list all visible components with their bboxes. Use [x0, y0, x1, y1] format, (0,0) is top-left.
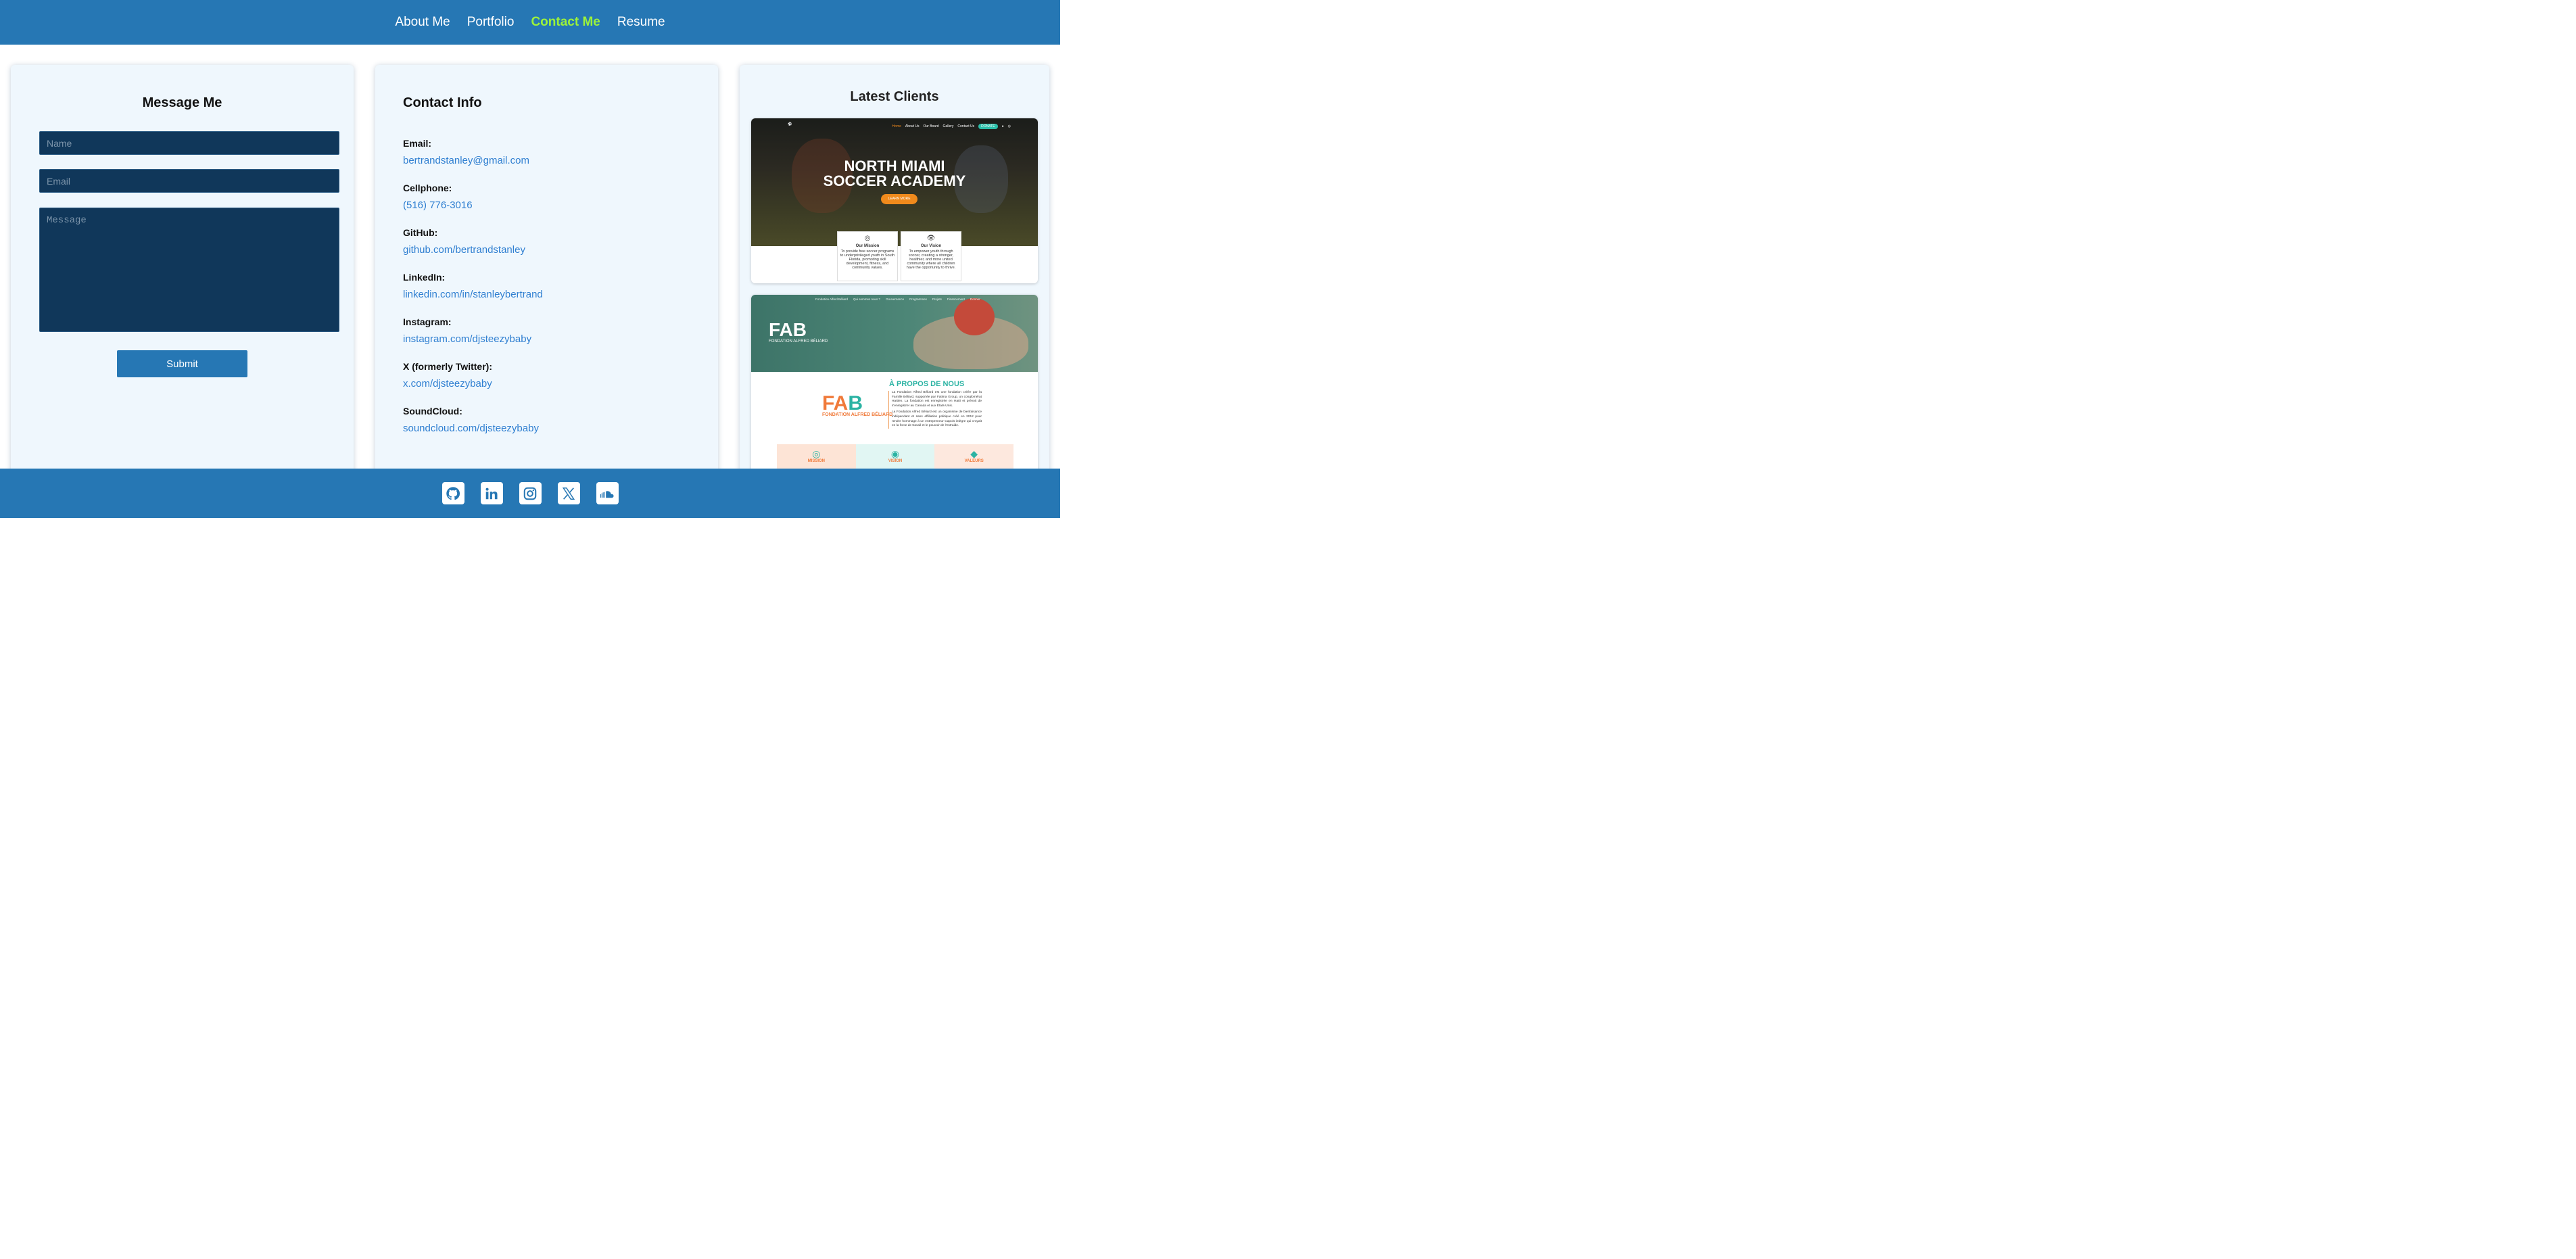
linkedin-link[interactable]: linkedin.com/in/stanleybertrand: [403, 285, 543, 314]
contact-label: X (formerly Twitter):: [403, 361, 492, 372]
instagram-link[interactable]: instagram.com/djsteezybaby: [403, 329, 543, 359]
fab-logo-color: FAB FONDATION ALFRED BÉLIARD: [822, 392, 893, 417]
contact-item-soundcloud: SoundCloud: soundcloud.com/djsteezybaby: [403, 404, 543, 448]
contact-label: SoundCloud:: [403, 406, 462, 417]
top-nav: About Me Portfolio Contact Me Resume: [0, 0, 1060, 45]
soundcloud-link[interactable]: soundcloud.com/djsteezybaby: [403, 419, 543, 448]
clients-title: Latest Clients: [850, 89, 939, 104]
target-icon: ◎: [864, 235, 871, 242]
facebook-icon: ●: [1001, 124, 1004, 128]
soccer-mission-box: ◎ Our Mission To provide free soccer pro…: [837, 231, 898, 281]
github-icon[interactable]: [442, 482, 464, 504]
instagram-icon[interactable]: [519, 482, 542, 504]
client-screenshot-fab[interactable]: Fondation Alfred Béliard Qui sommes nous…: [751, 295, 1038, 477]
client-screenshot-soccer[interactable]: ⚽ Home About Us Our Board Gallery Contac…: [751, 118, 1038, 283]
soccer-site-nav: Home About Us Our Board Gallery Contact …: [892, 124, 1011, 129]
nav-contact-me[interactable]: Contact Me: [531, 15, 600, 30]
email-link[interactable]: bertrandstanley@gmail.com: [403, 151, 543, 181]
message-title: Message Me: [142, 95, 222, 110]
message-card: Message Me Submit: [11, 65, 354, 477]
soccer-hero-title: NORTH MIAMI SOCCER ACADEMY: [823, 158, 966, 189]
contact-label: LinkedIn:: [403, 272, 446, 283]
x-icon[interactable]: [557, 482, 580, 504]
target-icon: ◎: [812, 448, 821, 459]
soccer-hero-image: ⚽ Home About Us Our Board Gallery Contac…: [751, 118, 1038, 246]
x-link[interactable]: x.com/djsteezybaby: [403, 374, 543, 404]
github-link[interactable]: github.com/bertrandstanley: [403, 240, 543, 270]
cellphone-link[interactable]: (516) 776-3016: [403, 195, 543, 225]
fab-hero-image: Fondation Alfred Béliard Qui sommes nous…: [751, 295, 1038, 372]
contact-info-card: Contact Info Email: bertrandstanley@gmai…: [375, 65, 718, 477]
instagram-icon: ◎: [1007, 124, 1011, 128]
contact-item-x: X (formerly Twitter): x.com/djsteezybaby: [403, 359, 543, 404]
contact-label: Cellphone:: [403, 183, 452, 193]
soccer-vision-box: 👁 Our Vision To empower youth through so…: [901, 231, 961, 281]
contact-label: Email:: [403, 138, 432, 149]
email-input[interactable]: [39, 169, 339, 193]
linkedin-icon[interactable]: [480, 482, 503, 504]
nav-resume[interactable]: Resume: [617, 15, 665, 30]
contact-label: GitHub:: [403, 227, 438, 238]
contact-info-title: Contact Info: [403, 95, 482, 110]
clients-card: Latest Clients ⚽ Home About Us Our Board…: [740, 65, 1049, 477]
message-textarea[interactable]: [39, 208, 339, 332]
contact-item-cellphone: Cellphone: (516) 776-3016: [403, 181, 543, 225]
contact-list: Email: bertrandstanley@gmail.com Cellpho…: [403, 136, 543, 448]
diamond-icon: ◆: [970, 448, 978, 459]
contact-item-github: GitHub: github.com/bertrandstanley: [403, 225, 543, 270]
submit-button[interactable]: Submit: [117, 350, 247, 377]
name-input[interactable]: [39, 131, 339, 155]
eye-icon: ◉: [890, 448, 900, 459]
fab-about-heading: À PROPOS DE NOUS: [889, 380, 965, 388]
fab-logo: FAB FONDATION ALFRED BÉLIARD: [769, 319, 828, 343]
fab-about-text: La Fondation Alfred Béliard est une fond…: [888, 391, 982, 429]
contact-item-linkedin: LinkedIn: linkedin.com/in/stanleybertran…: [403, 270, 543, 314]
soccer-learn-more: LEARN MORE: [881, 194, 917, 204]
eye-icon: 👁: [926, 235, 936, 242]
fab-site-nav: Fondation Alfred Béliard Qui sommes nous…: [815, 298, 980, 301]
contact-item-instagram: Instagram: instagram.com/djsteezybaby: [403, 314, 543, 359]
nav-about-me[interactable]: About Me: [395, 15, 450, 30]
nav-portfolio[interactable]: Portfolio: [467, 15, 515, 30]
soundcloud-icon[interactable]: [596, 482, 619, 504]
soccer-logo: ⚽: [788, 122, 792, 126]
heart-image: [954, 298, 995, 335]
contact-item-email: Email: bertrandstanley@gmail.com: [403, 136, 543, 181]
footer: [0, 469, 1060, 518]
contact-label: Instagram:: [403, 316, 452, 327]
